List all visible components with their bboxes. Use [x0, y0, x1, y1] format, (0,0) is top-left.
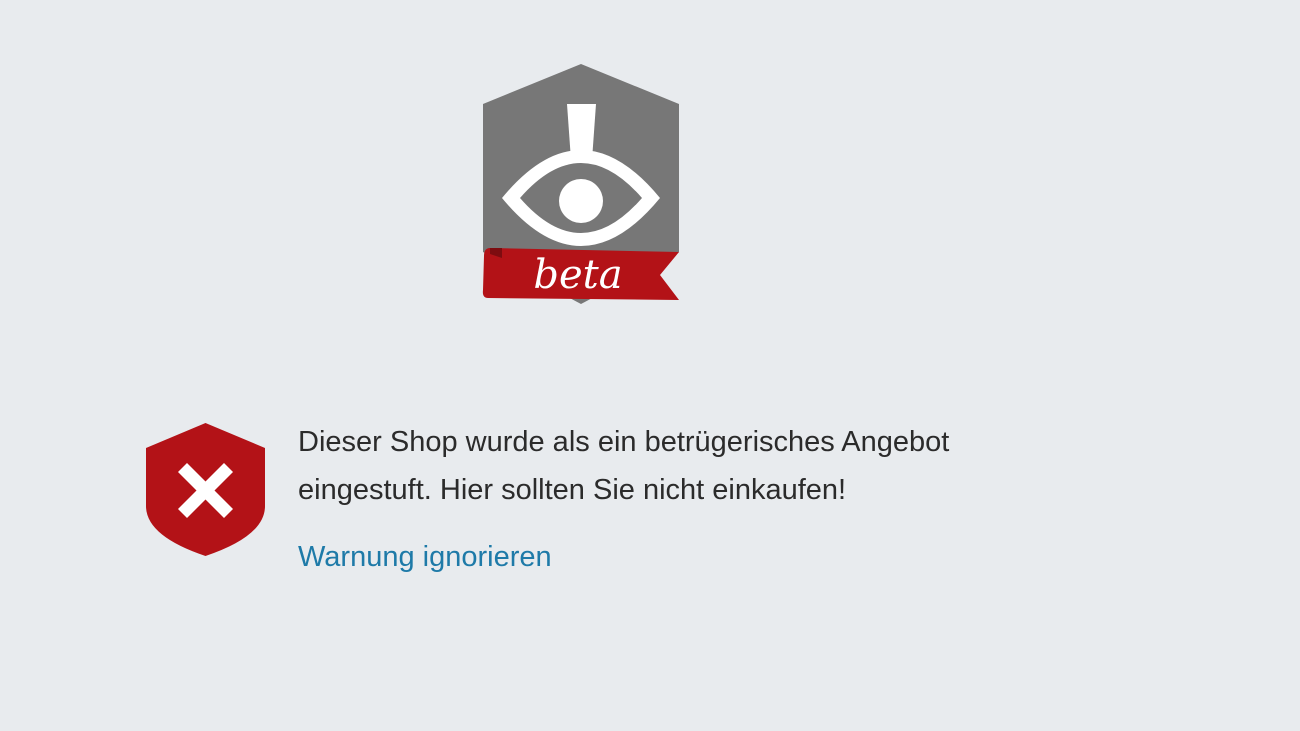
- eye-warning-shield-icon: beta: [482, 64, 679, 304]
- fraud-warning-message: Dieser Shop wurde als ein betrügerisches…: [298, 426, 950, 506]
- beta-badge-text: beta: [533, 252, 622, 298]
- ignore-warning-link[interactable]: Warnung ignorieren: [298, 536, 552, 578]
- fakeshop-finder-logo: beta: [480, 62, 682, 306]
- shield-x-icon: [145, 422, 266, 557]
